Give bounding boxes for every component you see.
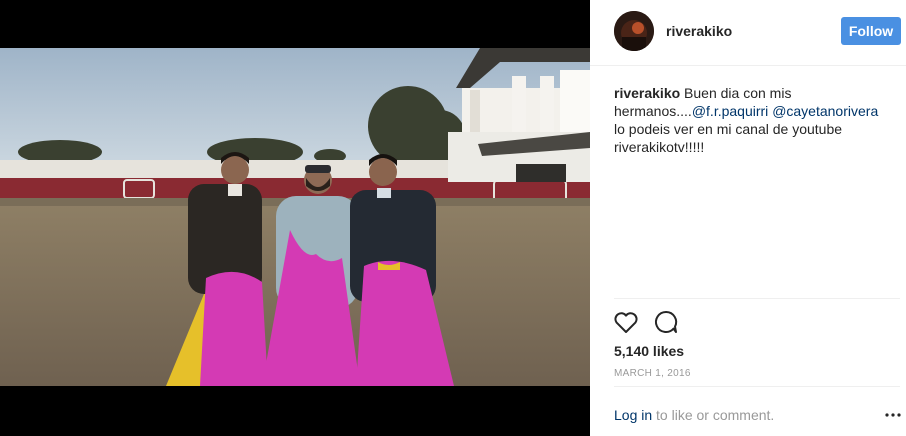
more-options-icon[interactable] [884, 406, 902, 424]
caption-text: lo podeis ver en mi canal de youtube riv… [614, 121, 843, 155]
cape-left [200, 271, 268, 386]
caption-username[interactable]: riverakiko [614, 85, 680, 101]
post-sidebar: riverakiko Follow riverakiko Buen dia co… [590, 0, 906, 436]
header-username[interactable]: riverakiko [666, 23, 732, 39]
media-pane [0, 0, 590, 436]
login-link[interactable]: Log in [614, 407, 652, 423]
avatar[interactable] [614, 11, 654, 51]
divider [614, 298, 900, 299]
post-date[interactable]: MARCH 1, 2016 [614, 368, 691, 379]
follow-button[interactable]: Follow [841, 17, 901, 45]
mention-link[interactable]: @f.r.paquirri [692, 103, 768, 119]
like-count[interactable]: 5,140 likes [614, 343, 684, 359]
post-photo[interactable] [0, 48, 590, 386]
comment-icon[interactable] [652, 308, 680, 336]
heart-icon[interactable] [612, 308, 640, 336]
comment-login-prompt: Log in to like or comment. [614, 407, 774, 423]
post-header: riverakiko Follow [590, 0, 906, 66]
mention-link[interactable]: @cayetanorivera [772, 103, 878, 119]
divider [614, 386, 900, 387]
post-caption: riverakiko Buen dia con mis hermanos....… [614, 84, 890, 156]
login-prompt-text: to like or comment. [652, 407, 775, 423]
